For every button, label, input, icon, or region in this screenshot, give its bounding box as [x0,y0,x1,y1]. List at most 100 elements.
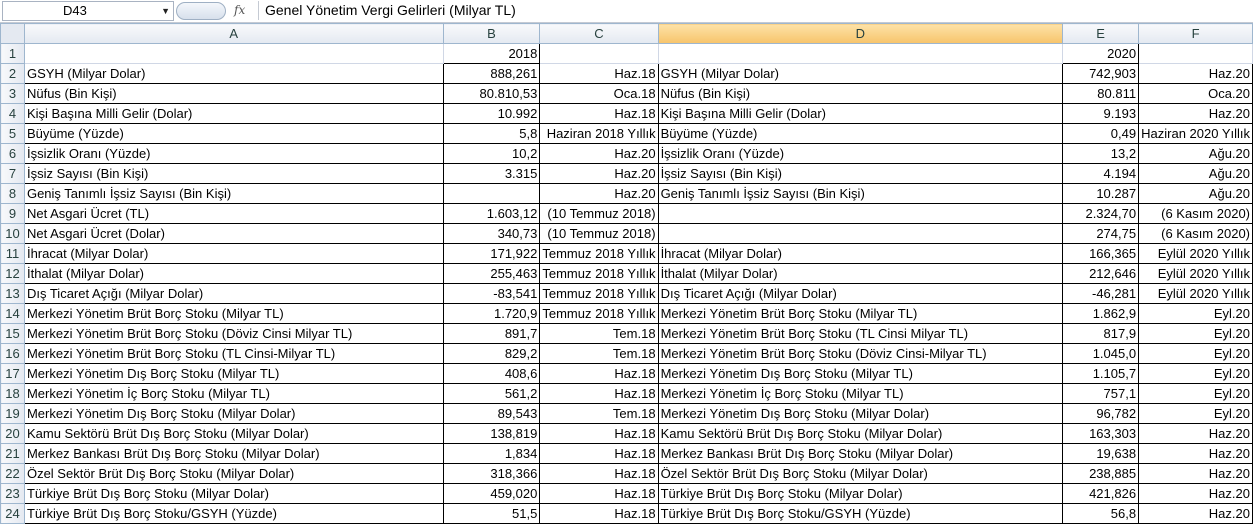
cell-a11[interactable]: İhracat (Milyar Dolar) [23,243,444,264]
cell-a13[interactable]: Dış Ticaret Açığı (Milyar Dolar) [23,283,444,304]
cell-c5[interactable]: Haziran 2018 Yıllık [539,123,659,144]
row-header[interactable]: 15 [0,323,25,344]
cell-d23[interactable]: Türkiye Brüt Dış Borç Stoku (Milyar Dola… [657,483,1064,504]
cell-f4[interactable]: Haz.20 [1138,103,1253,124]
cell-e13[interactable]: -46,281 [1062,283,1140,304]
cell-d5[interactable]: Büyüme (Yüzde) [657,123,1064,144]
column-header-f[interactable]: F [1138,23,1253,44]
formula-bar-grip[interactable] [176,2,226,20]
cell-e23[interactable]: 421,826 [1062,483,1140,504]
row-header[interactable]: 2 [0,63,25,84]
row-header[interactable]: 10 [0,223,25,244]
cell-d2[interactable]: GSYH (Milyar Dolar) [657,63,1064,84]
cell-a17[interactable]: Merkezi Yönetim Dış Borç Stoku (Milyar T… [23,363,444,384]
cell-f12[interactable]: Eylül 2020 Yıllık [1138,263,1253,284]
cell-e17[interactable]: 1.105,7 [1062,363,1140,384]
cell-b19[interactable]: 89,543 [442,403,541,424]
cell-f18[interactable]: Eyl.20 [1138,383,1253,404]
cell-e5[interactable]: 0,49 [1062,123,1140,144]
cell-d8[interactable]: Geniş Tanımlı İşsiz Sayısı (Bin Kişi) [657,183,1064,204]
cell-d9[interactable] [657,203,1064,224]
cell-e12[interactable]: 212,646 [1062,263,1140,284]
cell-f21[interactable]: Haz.20 [1138,443,1253,464]
row-header[interactable]: 7 [0,163,25,184]
cell-d7[interactable]: İşsiz Sayısı (Bin Kişi) [657,163,1064,184]
cell-a6[interactable]: İşsizlik Oranı (Yüzde) [23,143,444,164]
row-header[interactable]: 17 [0,363,25,384]
cell-a18[interactable]: Merkezi Yönetim İç Borç Stoku (Milyar TL… [23,383,444,404]
cell-d1[interactable] [657,43,1064,64]
cell-e9[interactable]: 2.324,70 [1062,203,1140,224]
cell-a8[interactable]: Geniş Tanımlı İşsiz Sayısı (Bin Kişi) [23,183,444,204]
cell-b4[interactable]: 10.992 [442,103,541,124]
cell-c22[interactable]: Haz.18 [539,463,659,484]
cell-b1[interactable]: 2018 [442,43,541,64]
cell-a24[interactable]: Türkiye Brüt Dış Borç Stoku/GSYH (Yüzde) [23,503,444,524]
cell-b14[interactable]: 1.720,9 [442,303,541,324]
cell-b7[interactable]: 3.315 [442,163,541,184]
cell-a14[interactable]: Merkezi Yönetim Brüt Borç Stoku (Milyar … [23,303,444,324]
cell-a15[interactable]: Merkezi Yönetim Brüt Borç Stoku (Döviz C… [23,323,444,344]
cell-f19[interactable]: Eyl.20 [1138,403,1253,424]
name-box[interactable]: D43 ▼ [2,1,174,21]
cell-e4[interactable]: 9.193 [1062,103,1140,124]
row-header[interactable]: 21 [0,443,25,464]
row-header[interactable]: 24 [0,503,25,524]
cell-e20[interactable]: 163,303 [1062,423,1140,444]
cell-e24[interactable]: 56,8 [1062,503,1140,524]
column-header-b[interactable]: B [442,23,541,44]
cell-e18[interactable]: 757,1 [1062,383,1140,404]
cell-f15[interactable]: Eyl.20 [1138,323,1253,344]
cell-f10[interactable]: (6 Kasım 2020) [1138,223,1253,244]
cell-d11[interactable]: İhracat (Milyar Dolar) [657,243,1064,264]
cell-d18[interactable]: Merkezi Yönetim İç Borç Stoku (Milyar TL… [657,383,1064,404]
cell-f2[interactable]: Haz.20 [1138,63,1253,84]
column-header-d[interactable]: D [657,23,1064,44]
cell-c3[interactable]: Oca.18 [539,83,659,104]
column-header-e[interactable]: E [1062,23,1140,44]
cell-e15[interactable]: 817,9 [1062,323,1140,344]
cell-c18[interactable]: Haz.18 [539,383,659,404]
cell-f17[interactable]: Eyl.20 [1138,363,1253,384]
cell-e2[interactable]: 742,903 [1062,63,1140,84]
cell-e3[interactable]: 80.811 [1062,83,1140,104]
cell-b11[interactable]: 171,922 [442,243,541,264]
cell-d24[interactable]: Türkiye Brüt Dış Borç Stoku/GSYH (Yüzde) [657,503,1064,524]
row-header[interactable]: 19 [0,403,25,424]
chevron-down-icon[interactable]: ▼ [161,2,170,20]
row-header[interactable]: 8 [0,183,25,204]
cell-e21[interactable]: 19,638 [1062,443,1140,464]
cell-b5[interactable]: 5,8 [442,123,541,144]
row-header[interactable]: 11 [0,243,25,264]
row-header[interactable]: 20 [0,423,25,444]
cell-c9[interactable]: (10 Temmuz 2018) [539,203,659,224]
cell-c6[interactable]: Haz.20 [539,143,659,164]
cell-c1[interactable] [539,43,659,64]
cell-e22[interactable]: 238,885 [1062,463,1140,484]
row-header[interactable]: 16 [0,343,25,364]
cell-c12[interactable]: Temmuz 2018 Yıllık [539,263,659,284]
cell-c11[interactable]: Temmuz 2018 Yıllık [539,243,659,264]
cell-f13[interactable]: Eylül 2020 Yıllık [1138,283,1253,304]
cell-a3[interactable]: Nüfus (Bin Kişi) [23,83,444,104]
cell-a2[interactable]: GSYH (Milyar Dolar) [23,63,444,84]
column-header-a[interactable]: A [23,23,444,44]
cell-b3[interactable]: 80.810,53 [442,83,541,104]
cell-e11[interactable]: 166,365 [1062,243,1140,264]
cell-d13[interactable]: Dış Ticaret Açığı (Milyar Dolar) [657,283,1064,304]
cell-a4[interactable]: Kişi Başına Milli Gelir (Dolar) [23,103,444,124]
cell-d4[interactable]: Kişi Başına Milli Gelir (Dolar) [657,103,1064,124]
cell-a9[interactable]: Net Asgari Ücret (TL) [23,203,444,224]
cell-c10[interactable]: (10 Temmuz 2018) [539,223,659,244]
cell-b8[interactable] [442,183,541,204]
row-header[interactable]: 12 [0,263,25,284]
cell-d3[interactable]: Nüfus (Bin Kişi) [657,83,1064,104]
cell-b12[interactable]: 255,463 [442,263,541,284]
cell-a22[interactable]: Özel Sektör Brüt Dış Borç Stoku (Milyar … [23,463,444,484]
cell-d17[interactable]: Merkezi Yönetim Dış Borç Stoku (Milyar T… [657,363,1064,384]
cell-a16[interactable]: Merkezi Yönetim Brüt Borç Stoku (TL Cins… [23,343,444,364]
cell-c4[interactable]: Haz.18 [539,103,659,124]
cell-d12[interactable]: İthalat (Milyar Dolar) [657,263,1064,284]
row-header[interactable]: 4 [0,103,25,124]
cell-e7[interactable]: 4.194 [1062,163,1140,184]
